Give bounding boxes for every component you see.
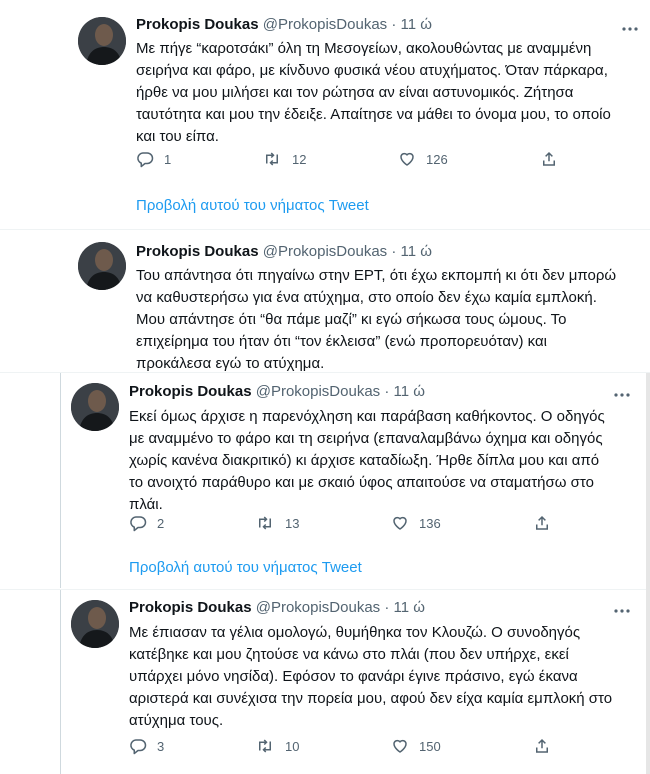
author-name[interactable]: Prokopis Doukas <box>129 599 252 616</box>
show-thread-link[interactable]: Προβολή αυτού του νήματος Tweet <box>136 197 369 214</box>
tweet-2[interactable]: Prokopis Doukas @ProkopisDoukas · 11 ώ Τ… <box>0 230 650 372</box>
avatar[interactable] <box>71 600 119 648</box>
author-handle[interactable]: @ProkopisDoukas <box>256 383 380 400</box>
heart-icon <box>393 739 407 753</box>
like-count: 126 <box>426 151 448 167</box>
more-icon[interactable] <box>612 601 632 621</box>
separator-dot: · <box>391 16 397 33</box>
author-name[interactable]: Prokopis Doukas <box>136 243 259 260</box>
retweet-icon <box>259 516 271 530</box>
frame-edge <box>60 373 61 588</box>
author-name[interactable]: Prokopis Doukas <box>136 16 259 33</box>
tweet-actions: 3 10 150 <box>129 736 559 756</box>
avatar-photo <box>78 17 126 65</box>
avatar-photo <box>71 383 119 431</box>
like-button[interactable]: 126 <box>398 149 448 169</box>
like-count: 136 <box>419 515 441 531</box>
separator-dot: · <box>384 383 390 400</box>
reply-button[interactable]: 3 <box>129 736 164 756</box>
retweet-button[interactable]: 10 <box>255 736 299 756</box>
timestamp[interactable]: 11 ώ <box>394 599 425 616</box>
more-icon[interactable] <box>620 19 640 39</box>
timestamp[interactable]: 11 ώ <box>401 16 432 33</box>
tweet-text: Με πήγε “καροτσάκι” όλη τη Μεσογείων, ακ… <box>136 40 611 145</box>
share-icon <box>543 151 555 166</box>
share-button[interactable] <box>533 736 551 756</box>
timestamp[interactable]: 11 ώ <box>394 383 425 400</box>
share-icon <box>536 515 548 530</box>
tweet-4[interactable]: Prokopis Doukas @ProkopisDoukas · 11 ώ Μ… <box>0 590 650 774</box>
retweet-count: 13 <box>285 515 300 531</box>
retweet-button[interactable]: 12 <box>262 149 306 169</box>
like-button[interactable]: 150 <box>391 736 441 756</box>
tweet-1[interactable]: Prokopis Doukas @ProkopisDoukas · 11 ώ Μ… <box>0 0 650 230</box>
retweet-icon <box>266 152 278 166</box>
avatar-photo <box>71 600 119 648</box>
retweet-count: 12 <box>292 151 307 167</box>
heart-icon <box>400 152 414 166</box>
tweet-3[interactable]: Prokopis Doukas @ProkopisDoukas · 11 ώ Ε… <box>0 373 650 588</box>
reply-icon <box>130 739 147 755</box>
tweet-text: Του απάντησα ότι πηγαίνω στην ΕΡΤ, ότι έ… <box>136 267 617 372</box>
tweet-text: Εκεί όμως άρχισε η παρενόχληση και παράβ… <box>129 408 605 513</box>
share-button[interactable] <box>540 149 558 169</box>
reply-icon <box>137 152 154 168</box>
reply-button[interactable]: 2 <box>129 513 164 533</box>
retweet-button[interactable]: 13 <box>255 513 299 533</box>
author-handle[interactable]: @ProkopisDoukas <box>263 243 387 260</box>
more-icon[interactable] <box>612 385 632 405</box>
author-handle[interactable]: @ProkopisDoukas <box>256 599 380 616</box>
reply-count: 1 <box>164 151 172 167</box>
like-count: 150 <box>419 738 441 754</box>
retweet-icon <box>259 739 271 753</box>
reply-count: 3 <box>157 738 165 754</box>
tweet-actions: 2 13 136 <box>129 513 559 533</box>
scrollbar[interactable] <box>646 373 650 774</box>
tweet-text: Με έπιασαν τα γέλια ομολογώ, θυμήθηκα το… <box>129 624 613 729</box>
retweet-count: 10 <box>285 738 300 754</box>
share-button[interactable] <box>533 513 551 533</box>
author-name[interactable]: Prokopis Doukas <box>129 383 252 400</box>
like-button[interactable]: 136 <box>391 513 441 533</box>
heart-icon <box>393 516 407 530</box>
separator-dot: · <box>384 599 390 616</box>
avatar[interactable] <box>71 383 119 431</box>
avatar-photo <box>78 242 126 290</box>
frame-edge <box>60 590 61 774</box>
tweet-actions: 1 12 126 <box>136 149 566 169</box>
reply-button[interactable]: 1 <box>136 149 171 169</box>
avatar[interactable] <box>78 17 126 65</box>
reply-icon <box>130 516 147 532</box>
timestamp[interactable]: 11 ώ <box>401 243 432 260</box>
author-handle[interactable]: @ProkopisDoukas <box>263 16 387 33</box>
separator-dot: · <box>391 243 397 260</box>
avatar[interactable] <box>78 242 126 290</box>
reply-count: 2 <box>157 515 165 531</box>
share-icon <box>536 738 548 753</box>
show-thread-link[interactable]: Προβολή αυτού του νήματος Tweet <box>129 559 362 576</box>
